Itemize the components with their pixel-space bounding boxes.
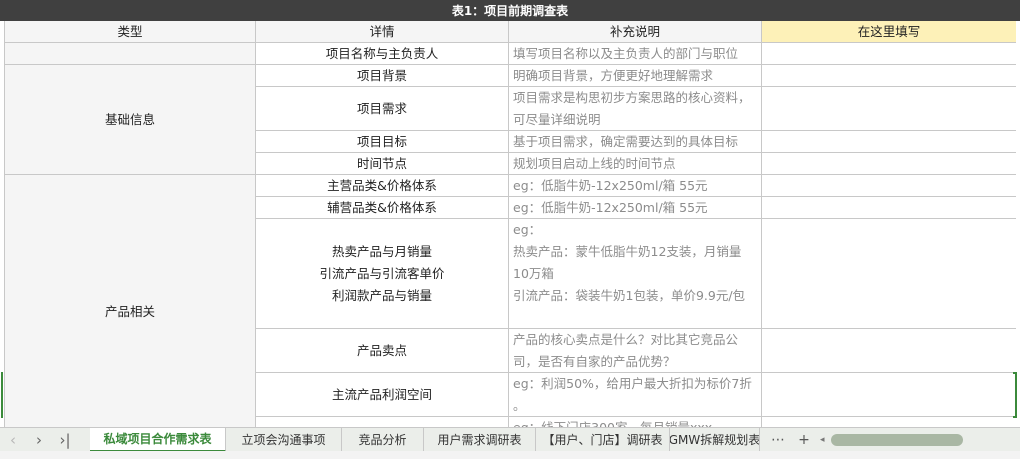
note-cell[interactable]: 产品的核心卖点是什么？对比其它竞品公 司，是否有自家的产品优势？ — [509, 329, 762, 373]
header-type[interactable]: 类型 — [5, 21, 256, 43]
fill-cell[interactable] — [762, 197, 1016, 219]
note-cell[interactable]: 填写项目名称以及主负责人的部门与职位 — [509, 43, 762, 65]
more-horizontal-icon[interactable]: ⋯ — [768, 430, 788, 450]
plus-icon[interactable]: + — [794, 430, 814, 450]
detail-cell[interactable]: 项目目标 — [256, 131, 509, 153]
tab-kickoff[interactable]: 立项会沟通事项 — [226, 427, 342, 452]
skip-end-icon[interactable]: ›| — [52, 428, 78, 452]
fill-cell[interactable] — [762, 65, 1016, 87]
fill-cell[interactable] — [762, 87, 1016, 131]
cell-selection-marker — [1013, 372, 1017, 418]
detail-cell[interactable]: 主营品类&价格体系 — [256, 175, 509, 197]
note-cell[interactable]: eg： 热卖产品：蒙牛低脂牛奶12支装，月销量 10万箱 引流产品：袋装牛奶1包… — [509, 219, 762, 329]
fill-cell[interactable] — [762, 417, 1016, 427]
tab-user-needs[interactable]: 用户需求调研表 — [424, 427, 536, 452]
status-bar — [0, 451, 1020, 459]
sheet-tab-bar: ‹ › ›| 私域项目合作需求表 立项会沟通事项 竞品分析 用户需求调研表 【用… — [0, 427, 1020, 452]
group-basic-info[interactable]: 基础信息 — [5, 65, 256, 175]
note-cell[interactable]: 明确项目背景，方便更好地理解需求 — [509, 65, 762, 87]
note-cell[interactable]: 规划项目启动上线的时间节点 — [509, 153, 762, 175]
detail-cell[interactable]: 辅营品类&价格体系 — [256, 197, 509, 219]
chevron-left-icon[interactable]: ‹ — [0, 428, 26, 452]
fill-cell[interactable] — [762, 131, 1016, 153]
tab-user-store[interactable]: 【用户、门店】调研表 — [536, 427, 670, 452]
fill-cell[interactable] — [762, 175, 1016, 197]
detail-cell[interactable]: 热卖产品与月销量 引流产品与引流客单价 利润款产品与销量 — [256, 219, 509, 329]
fill-cell[interactable] — [762, 43, 1016, 65]
horizontal-scrollbar[interactable]: ◂ — [820, 433, 970, 447]
detail-cell[interactable] — [256, 417, 509, 427]
detail-cell[interactable]: 项目背景 — [256, 65, 509, 87]
tab-competitor[interactable]: 竞品分析 — [342, 427, 424, 452]
group-product[interactable]: 产品相关 — [5, 175, 256, 427]
type-cell-empty[interactable] — [5, 43, 256, 65]
detail-cell[interactable]: 主流产品利润空间 — [256, 373, 509, 417]
header-fill-here[interactable]: 在这里填写 — [762, 21, 1016, 43]
spreadsheet-grid: 类型 详情 补充说明 在这里填写 基础信息 产品相关 项目名称与主负责人 填写项… — [4, 21, 1016, 427]
tab-gmw[interactable]: GMW拆解规划表 — [670, 427, 760, 452]
header-detail[interactable]: 详情 — [256, 21, 509, 43]
fill-cell[interactable] — [762, 219, 1016, 329]
note-cell[interactable]: 项目需求是构思初步方案思路的核心资料， 可尽量详细说明 — [509, 87, 762, 131]
tab-spacer — [78, 428, 90, 452]
fill-cell[interactable] — [762, 329, 1016, 373]
note-cell[interactable]: eg：低脂牛奶-12x250ml/箱 55元 — [509, 197, 762, 219]
chevron-right-icon[interactable]: › — [26, 428, 52, 452]
note-cell[interactable]: eg：利润50%，给用户最大折扣为标价7折 。 — [509, 373, 762, 417]
row-selection-marker — [0, 372, 3, 418]
detail-cell[interactable]: 项目需求 — [256, 87, 509, 131]
detail-cell[interactable]: 时间节点 — [256, 153, 509, 175]
note-cell[interactable]: eg：低脂牛奶-12x250ml/箱 55元 — [509, 175, 762, 197]
table-title: 表1：项目前期调查表 — [0, 0, 1020, 21]
note-cell[interactable]: 基于项目需求，确定需要达到的具体目标 — [509, 131, 762, 153]
tab-tools: ⋯ + — [760, 430, 814, 450]
detail-cell[interactable]: 项目名称与主负责人 — [256, 43, 509, 65]
header-note[interactable]: 补充说明 — [509, 21, 762, 43]
detail-cell[interactable]: 产品卖点 — [256, 329, 509, 373]
fill-cell[interactable] — [762, 153, 1016, 175]
fill-cell[interactable] — [762, 373, 1016, 417]
scrollbar-thumb[interactable] — [830, 433, 963, 446]
tab-private-domain[interactable]: 私域项目合作需求表 — [90, 427, 226, 452]
note-cell[interactable]: eg：线下门店300家，每月销量xxx — [509, 417, 762, 427]
scroll-left-icon[interactable]: ◂ — [820, 435, 825, 445]
